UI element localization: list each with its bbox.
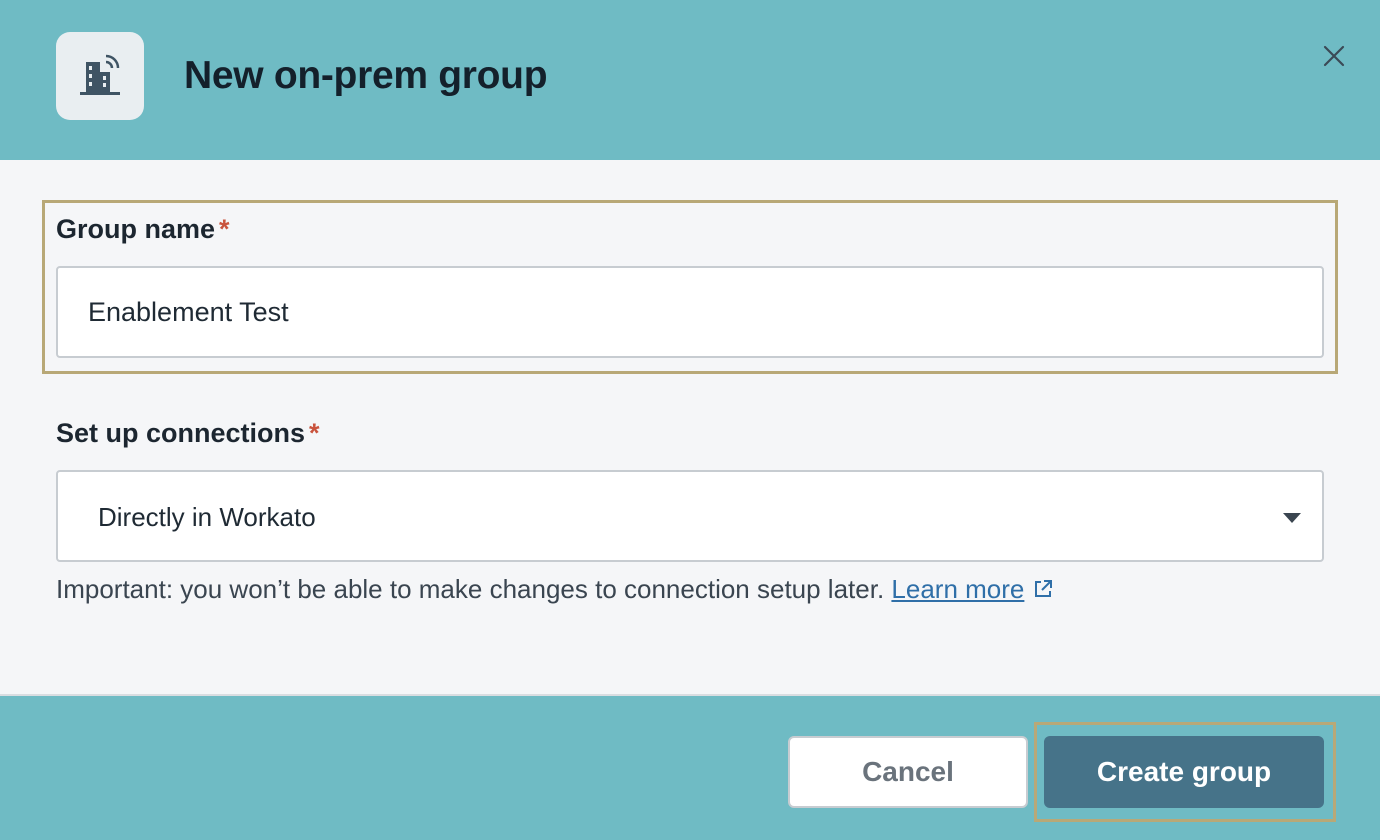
required-asterisk: * <box>219 214 230 244</box>
external-link-icon <box>1035 580 1053 597</box>
required-asterisk: * <box>309 418 320 448</box>
chevron-down-icon <box>1283 513 1301 523</box>
set-up-connections-label-text: Set up connections <box>56 418 306 448</box>
set-up-connections-label: Set up connections * <box>56 416 320 450</box>
close-icon[interactable] <box>1316 38 1352 74</box>
modal-title: New on-prem group <box>184 54 548 97</box>
group-name-label: Group name * <box>56 212 230 246</box>
cancel-button[interactable]: Cancel <box>788 736 1028 808</box>
connections-select-value: Directly in Workato <box>98 502 316 532</box>
on-prem-building-signal-icon <box>56 32 144 120</box>
learn-more-link[interactable]: Learn more <box>891 574 1024 604</box>
group-name-label-text: Group name <box>56 214 216 244</box>
group-name-input[interactable] <box>56 266 1324 358</box>
create-group-button[interactable]: Create group <box>1044 736 1324 808</box>
new-on-prem-group-modal: New on-prem group Group name* Set up con… <box>0 0 1380 840</box>
connections-select[interactable]: Directly in Workato <box>56 470 1324 562</box>
modal-header: New on-prem group <box>0 0 1380 160</box>
connections-helper-text: Important: you won’t be able to make cha… <box>56 572 1054 606</box>
helper-text: Important: you won’t be able to make cha… <box>56 574 885 604</box>
